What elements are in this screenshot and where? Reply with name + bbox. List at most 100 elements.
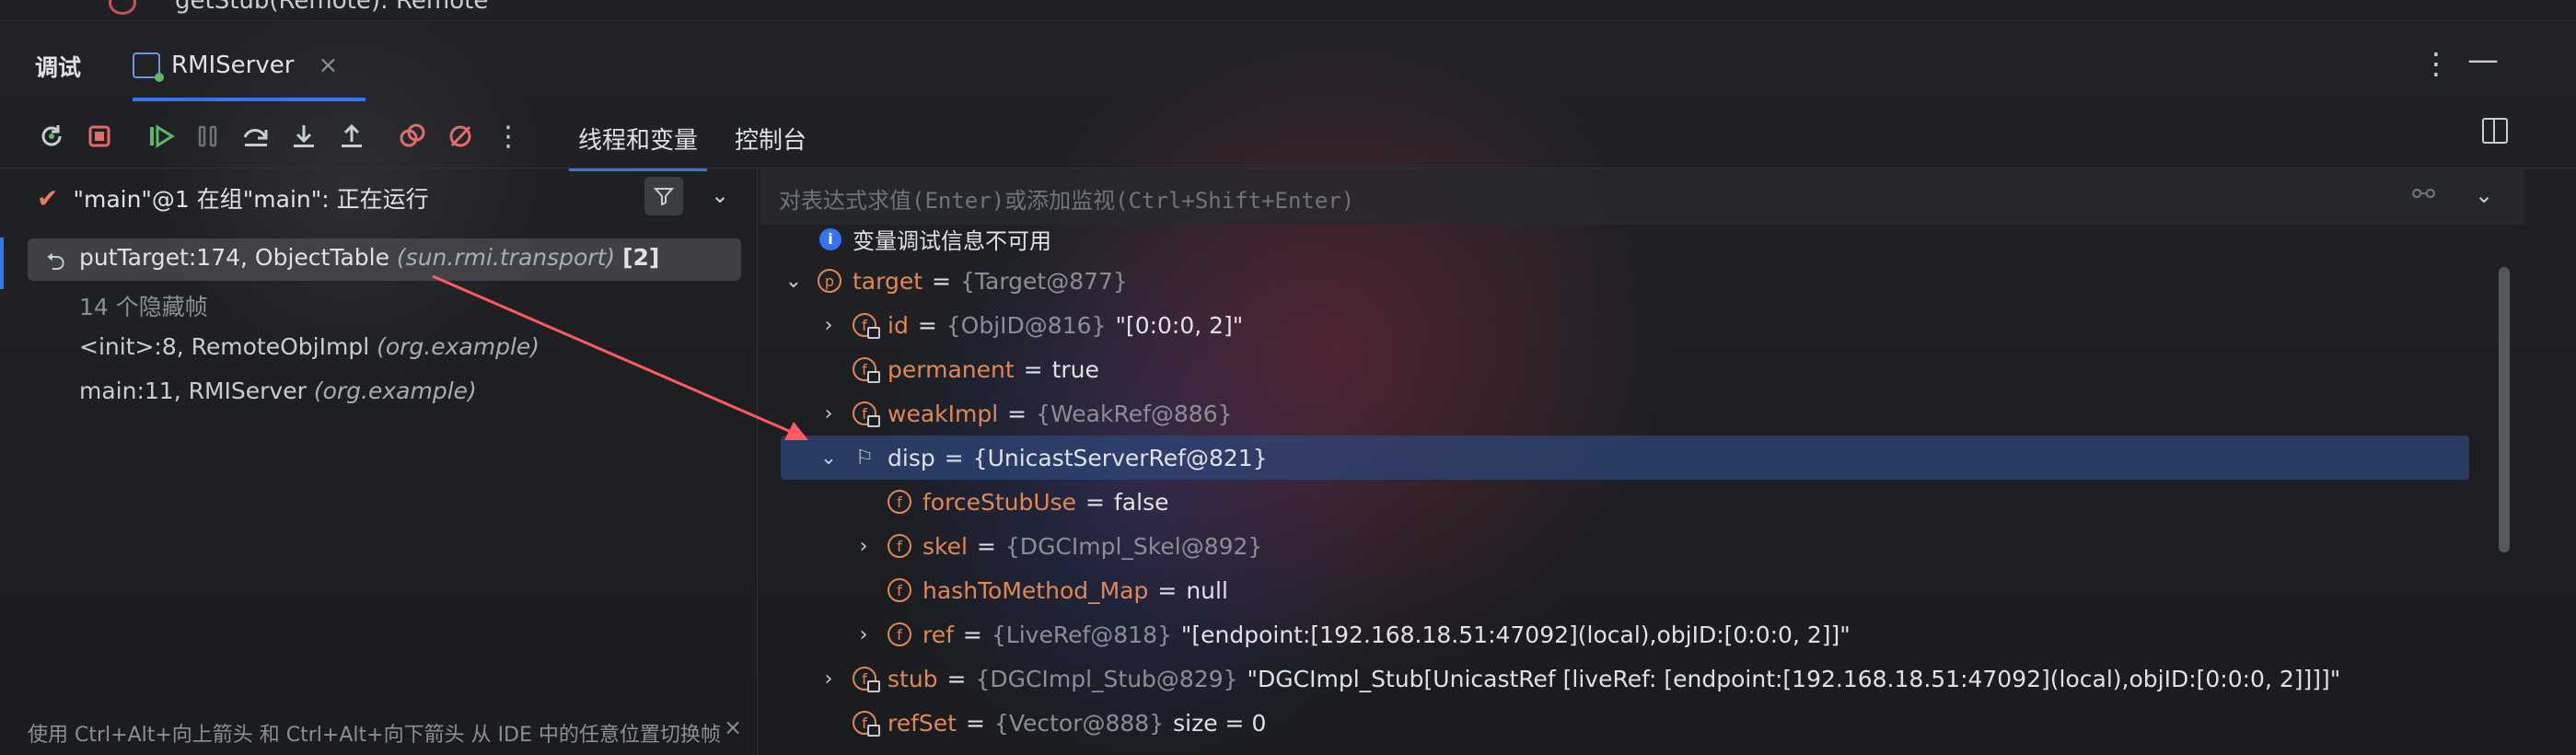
expand-icon[interactable]: › bbox=[853, 623, 875, 646]
field-icon: f bbox=[888, 490, 911, 514]
chevron-down-icon[interactable]: ⌄ bbox=[711, 182, 729, 208]
variable-value: "DGCImpl_Stub[UnicastRef [liveRef: [endp… bbox=[1247, 665, 2341, 692]
variable-name: ref bbox=[922, 621, 954, 648]
variable-equals: = bbox=[976, 532, 996, 560]
method-icon bbox=[109, 0, 136, 15]
mute-breakpoints-icon[interactable] bbox=[442, 118, 479, 155]
resume-icon[interactable] bbox=[144, 118, 180, 155]
variable-value: false bbox=[1114, 488, 1169, 516]
stop-icon[interactable] bbox=[81, 118, 118, 155]
variable-name: permanent bbox=[888, 355, 1015, 383]
hidden-frames-item[interactable]: 14 个隐藏帧 bbox=[79, 289, 208, 322]
info-icon: i bbox=[819, 227, 841, 250]
variables-scrollbar[interactable] bbox=[2499, 267, 2510, 552]
thread-selector-text: "main"@1 在组"main": 正在运行 bbox=[73, 186, 429, 213]
tab-rmiserver-label: RMIServer bbox=[171, 52, 295, 79]
more-actions-icon[interactable]: ⋮ bbox=[490, 118, 527, 155]
frame-count: [2] bbox=[622, 244, 660, 271]
debug-info-text: 变量调试信息不可用 bbox=[853, 228, 1051, 254]
expand-icon[interactable]: › bbox=[818, 314, 840, 337]
variable-value: null bbox=[1186, 576, 1228, 604]
variable-row[interactable]: › f stub = {DGCImpl_Stub@829} "DGCImpl_S… bbox=[818, 658, 2340, 699]
step-over-icon[interactable] bbox=[238, 118, 274, 155]
variable-row[interactable]: f permanent = true bbox=[818, 349, 1099, 389]
frame-method: putTarget:174, ObjectTable bbox=[79, 244, 389, 271]
parameter-icon: p bbox=[818, 269, 841, 293]
variable-row[interactable]: › f skel = {DGCImpl_Skel@892} bbox=[853, 526, 1263, 566]
variable-row[interactable]: ⌄ p target = {Target@877} bbox=[783, 261, 1128, 301]
field-icon: f bbox=[888, 578, 911, 602]
tab-console[interactable]: 控制台 bbox=[735, 122, 806, 171]
variable-equals: = bbox=[1007, 400, 1027, 427]
field-icon: f bbox=[853, 711, 880, 737]
frame-item[interactable]: main:11, RMIServer (org.example) bbox=[79, 378, 477, 404]
variable-equals: = bbox=[1085, 488, 1105, 516]
variable-value: size = 0 bbox=[1173, 709, 1267, 737]
variable-name: skel bbox=[922, 532, 968, 560]
field-icon: f bbox=[853, 667, 880, 692]
panel-splitter[interactable] bbox=[757, 168, 758, 755]
return-frame-icon: ⮌ bbox=[46, 249, 65, 276]
thread-selector[interactable]: ✔ "main"@1 在组"main": 正在运行 bbox=[18, 175, 746, 221]
close-icon[interactable]: × bbox=[318, 52, 338, 79]
run-config-icon bbox=[133, 52, 164, 82]
variable-row[interactable]: › f weakImpl = {WeakRef@886} bbox=[818, 393, 1233, 434]
variable-type: {Vector@888} bbox=[993, 709, 1165, 737]
collapse-icon[interactable]: ⌄ bbox=[818, 447, 840, 470]
collapse-icon[interactable]: ⌄ bbox=[783, 270, 805, 293]
close-hint-icon[interactable]: × bbox=[724, 714, 742, 740]
layout-icon[interactable] bbox=[2482, 118, 2508, 144]
view-breakpoints-icon[interactable] bbox=[394, 118, 431, 155]
frame-method: main:11, RMIServer bbox=[79, 378, 307, 404]
variable-type: {WeakRef@886} bbox=[1036, 400, 1233, 427]
step-out-icon[interactable] bbox=[333, 118, 370, 155]
flag-icon: ⚐ bbox=[855, 446, 874, 470]
debug-tool-window-header: 调试 RMIServer × bbox=[0, 29, 2576, 101]
add-watch-icon[interactable]: ⚯ bbox=[2412, 179, 2435, 211]
field-icon: f bbox=[888, 534, 911, 558]
frame-item[interactable]: <init>:8, RemoteObjImpl (org.example) bbox=[79, 333, 540, 360]
panel-title: 调试 bbox=[35, 54, 82, 81]
tab-underline bbox=[133, 98, 366, 101]
variable-equals: = bbox=[944, 444, 964, 471]
variable-type: {UnicastServerRef@821} bbox=[972, 444, 1268, 471]
debug-info-notice: i 变量调试信息不可用 bbox=[819, 223, 1051, 255]
variable-row-selected[interactable]: ⌄ ⚐ disp = {UnicastServerRef@821} bbox=[818, 437, 1268, 478]
step-into-icon[interactable] bbox=[285, 118, 322, 155]
variable-name: weakImpl bbox=[888, 400, 999, 427]
tab-threads-variables[interactable]: 线程和变量 bbox=[568, 122, 708, 171]
pause-icon[interactable] bbox=[190, 118, 226, 155]
tab-rmiserver[interactable]: RMIServer × bbox=[133, 29, 366, 101]
filter-icon[interactable] bbox=[644, 177, 683, 215]
field-icon: f bbox=[853, 313, 880, 339]
variable-equals: = bbox=[1157, 576, 1178, 604]
rerun-icon[interactable] bbox=[33, 118, 70, 155]
check-icon: ✔ bbox=[37, 182, 59, 214]
editor-fragment-text: getStub(Remote): Remote bbox=[175, 0, 489, 15]
variable-name: forceStubUse bbox=[922, 488, 1077, 516]
chevron-down-icon[interactable]: ⌄ bbox=[2475, 182, 2493, 208]
variable-row[interactable]: f forceStubUse = false bbox=[853, 482, 1168, 522]
variable-row[interactable]: f hashToMethod_Map = null bbox=[853, 570, 1228, 610]
minimize-icon[interactable]: — bbox=[2467, 41, 2499, 78]
variable-equals: = bbox=[917, 311, 937, 339]
variable-name: disp bbox=[888, 444, 935, 471]
variable-row[interactable]: f refSet = {Vector@888} size = 0 bbox=[818, 703, 1266, 743]
frame-method: <init>:8, RemoteObjImpl bbox=[79, 333, 370, 360]
field-icon: f bbox=[853, 401, 880, 427]
expand-icon[interactable]: › bbox=[853, 535, 875, 558]
frame-selection-indicator bbox=[0, 238, 4, 289]
frame-switch-hint: 使用 Ctrl+Alt+向上箭头 和 Ctrl+Alt+向下箭头 从 IDE 中… bbox=[28, 724, 721, 747]
variable-row[interactable]: › f id = {ObjID@816} "[0:0:0, 2]" bbox=[818, 305, 1243, 345]
variable-value: "[endpoint:[192.168.18.51:47092](local),… bbox=[1180, 621, 1851, 648]
variable-type: {DGCImpl_Skel@892} bbox=[1004, 532, 1263, 560]
more-options-icon[interactable]: ⋮ bbox=[2421, 46, 2451, 81]
variable-type: {LiveRef@818} bbox=[991, 621, 1172, 648]
variable-row[interactable]: › f ref = {LiveRef@818} "[endpoint:[192.… bbox=[853, 614, 1851, 655]
frame-location: (org.example) bbox=[313, 378, 477, 404]
frame-item[interactable]: putTarget:174, ObjectTable (sun.rmi.tran… bbox=[79, 244, 659, 271]
expand-icon[interactable]: › bbox=[818, 402, 840, 425]
expression-input[interactable]: 对表达式求值(Enter)或添加监视(Ctrl+Shift+Enter) bbox=[779, 182, 1354, 215]
variable-name: id bbox=[888, 311, 909, 339]
expand-icon[interactable]: › bbox=[818, 668, 840, 691]
